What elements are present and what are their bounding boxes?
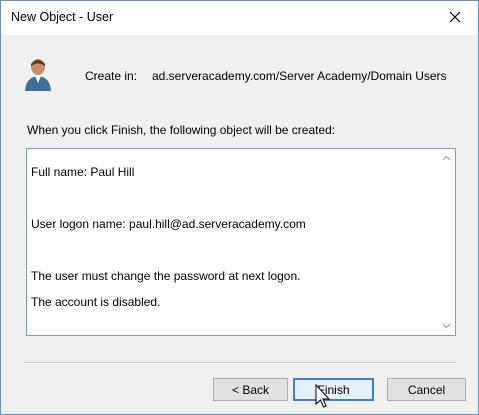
mouse-cursor-icon xyxy=(315,384,331,408)
title-bar: New Object - User xyxy=(1,1,478,35)
close-icon xyxy=(449,11,461,23)
scroll-down-icon[interactable] xyxy=(442,321,451,330)
summary-full-name: Full name: Paul Hill xyxy=(31,165,135,179)
summary-spacer xyxy=(31,192,431,205)
summary-account-disabled: The account is disabled. xyxy=(31,295,161,309)
create-in-path: ad.serveracademy.com/Server Academy/Doma… xyxy=(152,69,447,83)
summary-spacer xyxy=(31,244,431,257)
summary-text: Full name: Paul Hill User logon name: pa… xyxy=(31,153,431,322)
summary-must-change-password: The user must change the password at nex… xyxy=(31,269,301,283)
header-area: Create in: ad.serveracademy.com/Server A… xyxy=(1,35,478,95)
create-in-label: Create in: xyxy=(85,69,138,83)
user-icon xyxy=(25,59,51,91)
scroll-up-icon[interactable] xyxy=(442,154,451,163)
window-title: New Object - User xyxy=(11,10,114,24)
separator xyxy=(25,362,455,364)
cancel-button[interactable]: Cancel xyxy=(387,378,466,401)
new-object-user-dialog: New Object - User Create in: ad.serverac… xyxy=(0,0,479,415)
summary-logon-name: User logon name: paul.hill@ad.serveracad… xyxy=(31,217,306,231)
finish-button[interactable]: Finish xyxy=(293,378,374,401)
close-button[interactable] xyxy=(432,1,478,33)
summary-textbox[interactable]: Full name: Paul Hill User logon name: pa… xyxy=(26,148,456,336)
intro-text: When you click Finish, the following obj… xyxy=(27,123,336,137)
vertical-scrollbar[interactable] xyxy=(438,149,455,335)
back-button[interactable]: < Back xyxy=(213,378,288,401)
